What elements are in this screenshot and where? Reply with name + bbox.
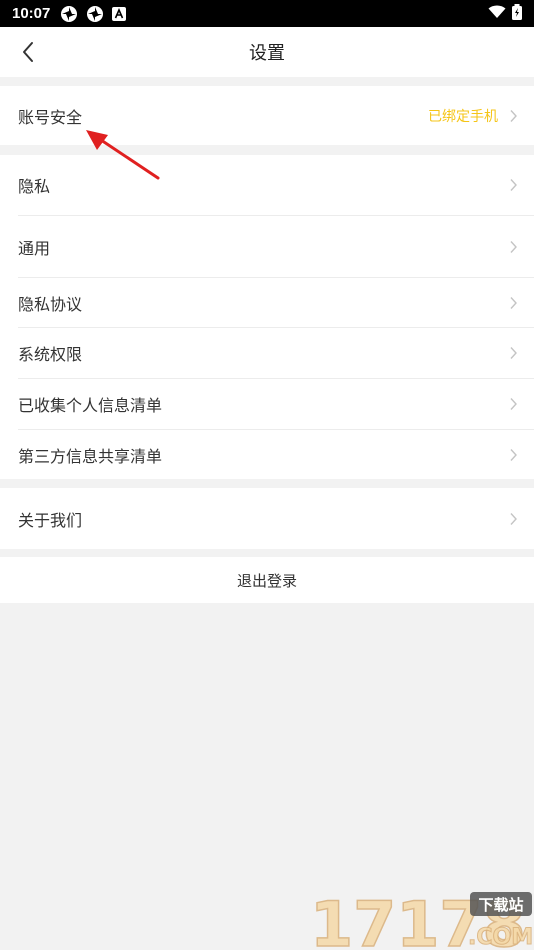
about-section: 关于我们 <box>0 488 534 549</box>
red-arrow-icon <box>86 130 160 180</box>
logout-button[interactable]: 退出登录 <box>0 557 534 603</box>
settings-row-label: 隐私协议 <box>18 294 83 314</box>
status-bar: 10:07 <box>0 0 534 27</box>
site-watermark-logo: 17178 下载站 .COM <box>310 887 534 950</box>
settings-row-label: 第三方信息共享清单 <box>18 446 163 466</box>
about-us-label: 关于我们 <box>18 510 83 530</box>
settings-row-privacy-agreement[interactable]: 隐私协议 <box>0 278 534 327</box>
general-section: 隐私 通用 隐私协议 系统权限 已收集个人信息清单 第三方信息共享清单 <box>0 155 534 479</box>
chevron-right-icon <box>510 240 517 253</box>
navigation-bar: 设置 <box>0 27 534 77</box>
back-button[interactable] <box>8 32 48 72</box>
status-time: 10:07 <box>12 5 51 22</box>
pinwheel-icon <box>86 5 104 23</box>
svg-text:下载站: 下载站 <box>478 896 523 914</box>
settings-row-third-party-sharing-list[interactable]: 第三方信息共享清单 <box>0 430 534 479</box>
about-us-row[interactable]: 关于我们 <box>0 488 534 549</box>
settings-row-label: 系统权限 <box>18 345 83 364</box>
wifi-icon <box>488 4 506 23</box>
settings-row-system-permissions[interactable]: 系统权限 <box>0 328 534 378</box>
chevron-right-icon <box>510 179 517 191</box>
a-badge-icon <box>112 6 127 21</box>
settings-row-label: 已收集个人信息清单 <box>18 396 163 415</box>
settings-screen: 10:07 设置 账号安全 已绑定手机 隐私 通用 隐私协议 系统权限 已收集个… <box>0 0 534 950</box>
battery-charging-icon <box>512 3 522 24</box>
pinwheel-icon <box>60 5 78 23</box>
phone-bound-status: 已绑定手机 <box>428 108 498 125</box>
chevron-right-icon <box>510 398 517 410</box>
chevron-right-icon <box>510 109 517 122</box>
chevron-left-icon <box>23 42 33 62</box>
settings-row-collected-info-list[interactable]: 已收集个人信息清单 <box>0 379 534 429</box>
logout-label: 退出登录 <box>236 571 297 590</box>
status-right-icons <box>488 3 522 24</box>
account-security-label: 账号安全 <box>18 107 83 127</box>
svg-text:.COM: .COM <box>468 925 533 950</box>
chevron-right-icon <box>510 448 517 461</box>
chevron-right-icon <box>510 347 517 359</box>
chevron-right-icon <box>510 512 517 525</box>
settings-row-label: 隐私 <box>18 177 51 196</box>
page-title: 设置 <box>249 43 285 64</box>
settings-row-general[interactable]: 通用 <box>0 216 534 277</box>
chevron-right-icon <box>510 296 517 309</box>
settings-row-label: 通用 <box>18 238 51 258</box>
